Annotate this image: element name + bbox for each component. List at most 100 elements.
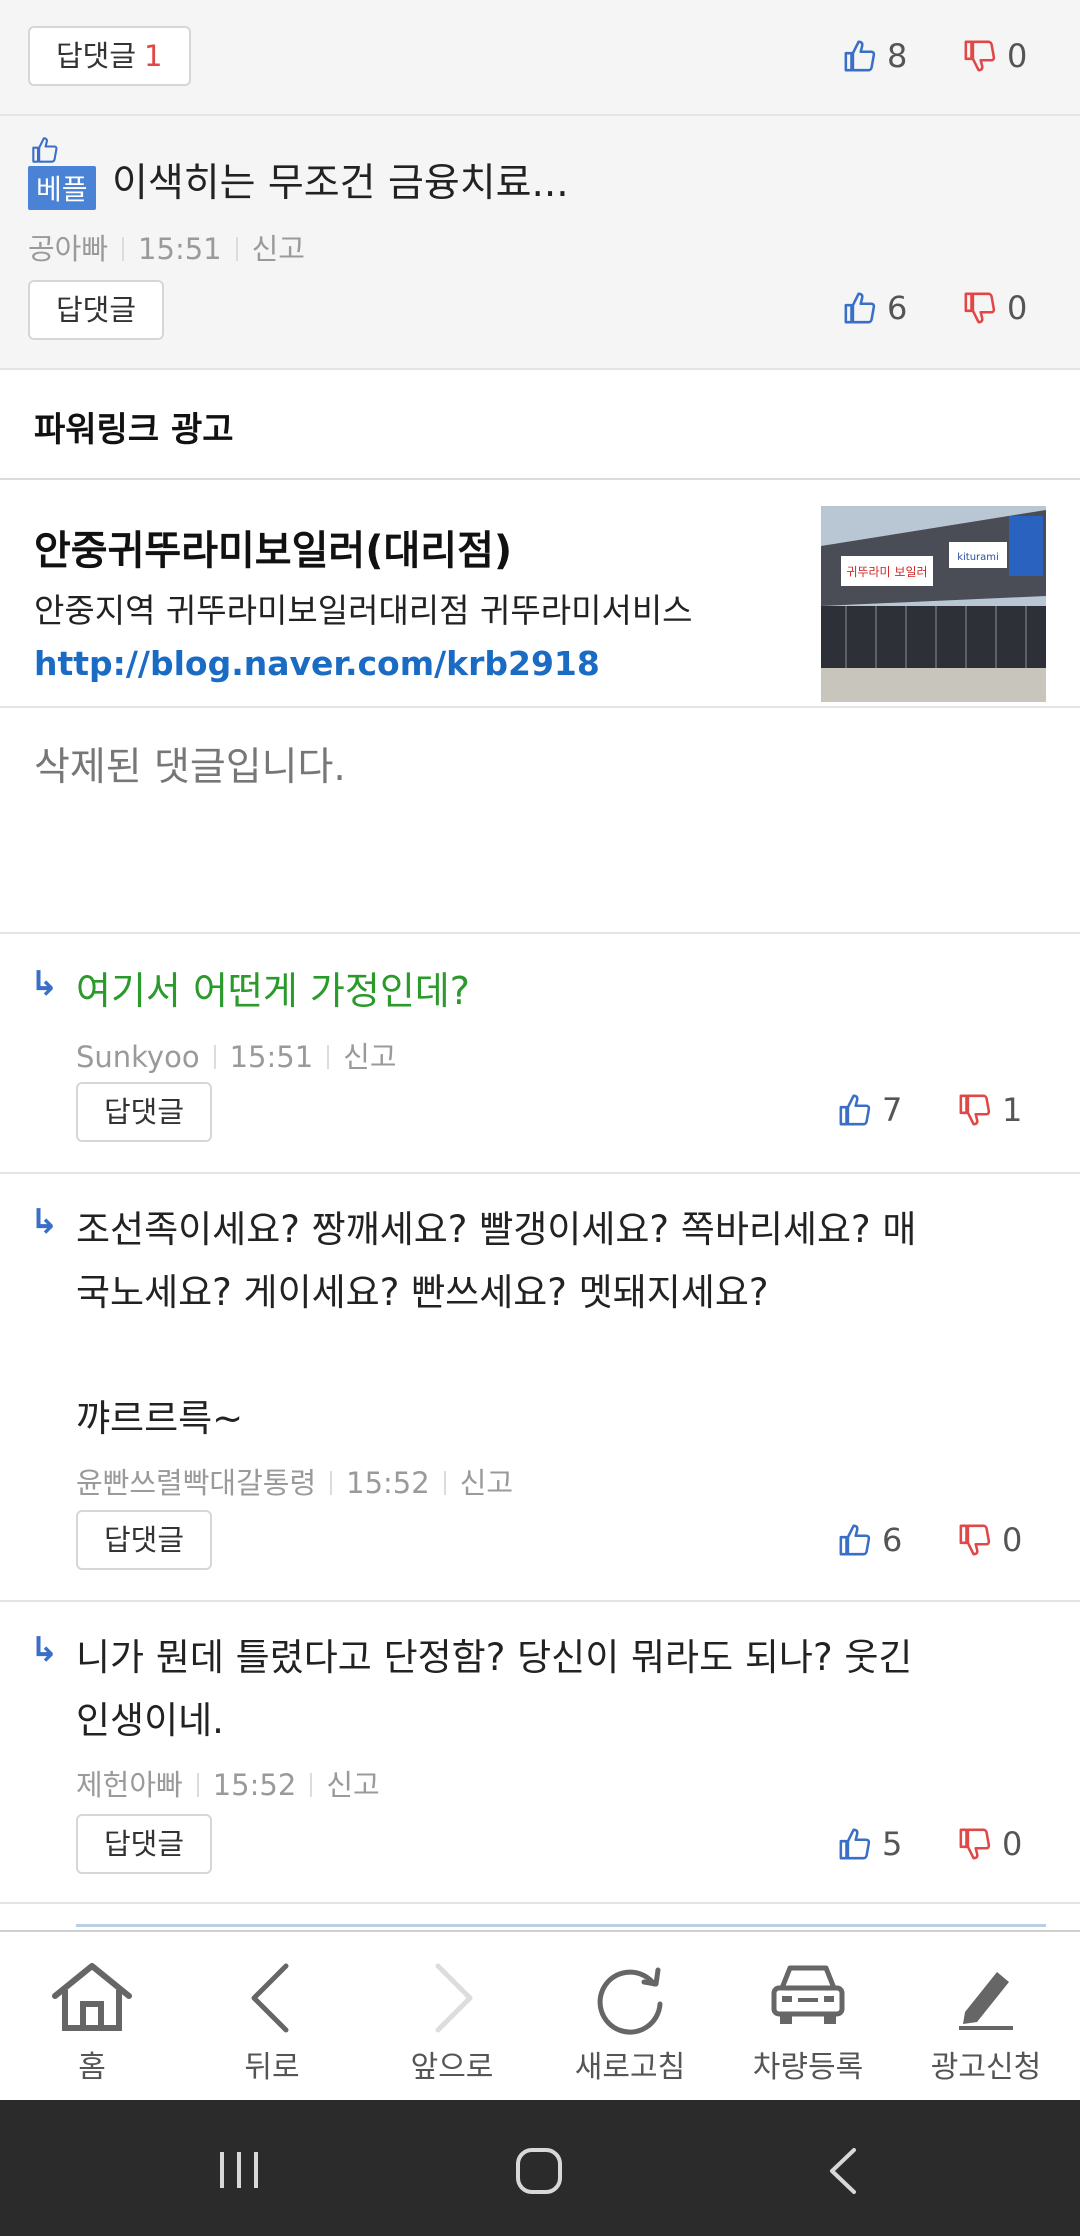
reply-arrow-icon: ↳ <box>30 1630 59 1670</box>
dislike-count: 1 <box>1002 1091 1023 1129</box>
dislike-button[interactable]: 0 <box>963 288 1027 328</box>
bottom-nav: 홈 뒤로 앞으로 새로고침 차량등록 광고신청 <box>0 1930 1080 2100</box>
nav-car-register-label: 차량등록 <box>752 2050 864 2085</box>
reply-button-label: 답댓글 <box>56 39 137 73</box>
reply-text: 여기서 어떤게 가정인데? <box>76 969 470 1013</box>
thumbs-up-icon <box>839 1828 871 1860</box>
reply-text-line2: 국노세요? 게이세요? 빤쓰세요? 멧돼지세요? <box>76 1271 769 1314</box>
dislike-button[interactable]: 0 <box>963 36 1027 76</box>
like-button[interactable]: 6 <box>843 288 907 328</box>
chevron-right-icon <box>435 1963 473 2033</box>
reply-arrow-icon: ↳ <box>30 964 59 1004</box>
report-link[interactable]: 신고 <box>460 1466 513 1500</box>
reply-button[interactable]: 답댓글 <box>76 1510 213 1570</box>
thumbs-down-icon <box>964 292 996 324</box>
dislike-count: 0 <box>1002 1521 1023 1559</box>
nav-forward-label: 앞으로 <box>410 2050 494 2085</box>
nav-back-label: 뒤로 <box>244 2050 300 2085</box>
reply-button[interactable]: 답댓글 <box>76 1814 213 1874</box>
like-count: 8 <box>887 37 908 75</box>
recent-apps-icon[interactable] <box>214 2148 264 2192</box>
car-icon <box>771 1965 845 2024</box>
powerlink-ad[interactable]: 안중귀뚜라미보일러(대리점) 안중지역 귀뚜라미보일러대리점 귀뚜라미서비스 h… <box>0 480 1080 708</box>
best-comment-item: 베플 이색히는 무조건 금융치료... 공아빠 15:51 신고 답댓글 6 0 <box>0 116 1080 370</box>
like-count: 7 <box>882 1091 903 1129</box>
reply-meta: Sunkyoo 15:51 신고 <box>76 1034 397 1076</box>
ad-sign-right: kiturami <box>957 552 999 563</box>
thumbs-down-icon <box>959 1524 991 1556</box>
nav-home[interactable]: 홈 <box>2 1932 182 2102</box>
nav-home-label: 홈 <box>78 2050 106 2085</box>
reply-meta: 윤빤쓰렬빡대갈통령 15:52 신고 <box>76 1460 513 1502</box>
report-link[interactable]: 신고 <box>343 1040 396 1074</box>
thumbs-up-icon <box>844 40 876 72</box>
dislike-button[interactable]: 0 <box>958 1520 1022 1560</box>
system-navigation-bar <box>0 2100 1080 2236</box>
reply-comment-item: ↳ 조선족이세요? 짱깨세요? 빨갱이세요? 쪽바리세요? 매 국노세요? 게이… <box>0 1174 1080 1602</box>
reply-text-line2: 인생이네. <box>76 1699 224 1742</box>
nav-ad-request-label: 광고신청 <box>930 2050 1042 2085</box>
like-button[interactable]: 5 <box>838 1824 902 1864</box>
comment-item: 답댓글 1 8 0 <box>0 0 1080 116</box>
refresh-icon <box>597 1967 663 2035</box>
report-link[interactable]: 신고 <box>326 1768 379 1802</box>
deleted-comment-text: 삭제된 댓글입니다. <box>34 745 346 790</box>
like-button[interactable]: 7 <box>838 1090 902 1130</box>
thumbs-down-icon <box>959 1094 991 1126</box>
reply-comment-item: ↳ 니가 뭔데 틀렸다고 단정함? 당신이 뭐라도 되나? 웃긴 인생이네. 제… <box>0 1602 1080 1904</box>
ad-title[interactable]: 안중귀뚜라미보일러(대리점) <box>34 518 512 576</box>
pencil-icon <box>959 1972 1013 2030</box>
nav-ad-request[interactable]: 광고신청 <box>896 1932 1076 2102</box>
dislike-button[interactable]: 0 <box>958 1824 1022 1864</box>
reply-comment-item: ↳ 여기서 어떤게 가정인데? Sunkyoo 15:51 신고 답댓글 7 1 <box>0 934 1080 1174</box>
ad-sign-left: 귀뚜라미 보일러 <box>846 565 927 579</box>
ad-description: 안중지역 귀뚜라미보일러대리점 귀뚜라미서비스 <box>34 591 693 630</box>
ad-thumbnail-image: 귀뚜라미 보일러 kiturami <box>821 506 1046 702</box>
thumbs-down-icon <box>964 40 996 72</box>
like-button[interactable]: 8 <box>843 36 907 76</box>
like-count: 6 <box>882 1521 903 1559</box>
reply-text-line1: 조선족이세요? 짱깨세요? 빨갱이세요? 쪽바리세요? 매 <box>76 1208 917 1251</box>
reply-count: 1 <box>144 39 163 73</box>
home-icon <box>52 1963 132 2031</box>
reply-button[interactable]: 답댓글 <box>28 280 165 340</box>
best-badge: 베플 <box>28 166 96 210</box>
reply-author: 제헌아빠 <box>76 1768 183 1802</box>
nav-forward[interactable]: 앞으로 <box>362 1932 542 2102</box>
home-button-icon[interactable] <box>514 2146 566 2196</box>
thumbs-down-icon <box>959 1828 991 1860</box>
like-button[interactable]: 6 <box>838 1520 902 1560</box>
like-count: 5 <box>882 1825 903 1863</box>
comment-text: 이색히는 무조건 금융치료... <box>112 161 569 206</box>
nav-car-register[interactable]: 차량등록 <box>718 1932 898 2102</box>
reply-author: Sunkyoo <box>76 1040 200 1074</box>
report-link[interactable]: 신고 <box>252 232 305 266</box>
reply-meta: 제헌아빠 15:52 신고 <box>76 1762 380 1804</box>
thumbs-up-icon <box>844 292 876 324</box>
thumbs-up-icon <box>32 137 58 163</box>
dislike-button[interactable]: 1 <box>958 1090 1022 1130</box>
reply-time: 15:52 <box>212 1768 297 1802</box>
nav-refresh[interactable]: 새로고침 <box>540 1932 720 2102</box>
comment-author: 공아빠 <box>28 232 109 266</box>
thumbs-up-icon <box>839 1094 871 1126</box>
reply-text-line1: 니가 뭔데 틀렸다고 단정함? 당신이 뭐라도 되나? 웃긴 <box>76 1636 913 1679</box>
reply-text-line3: 꺄르르륵~ <box>76 1397 244 1440</box>
reply-button[interactable]: 답댓글 1 <box>28 26 191 86</box>
deleted-comment: 삭제된 댓글입니다. <box>0 708 1080 934</box>
powerlink-header-title: 파워링크 광고 <box>34 410 234 450</box>
dislike-count: 0 <box>1007 289 1028 327</box>
reply-time: 15:52 <box>346 1466 430 1500</box>
reply-author: 윤빤쓰렬빡대갈통령 <box>76 1466 317 1500</box>
reply-time: 15:51 <box>229 1040 314 1074</box>
ad-thumbnail[interactable]: 귀뚜라미 보일러 kiturami <box>821 506 1046 702</box>
back-button-icon[interactable] <box>824 2146 864 2196</box>
reply-button[interactable]: 답댓글 <box>76 1082 213 1142</box>
nav-back[interactable]: 뒤로 <box>182 1932 362 2102</box>
comment-meta: 공아빠 15:51 신고 <box>28 226 305 268</box>
comment-input-edge <box>76 1924 1046 1927</box>
powerlink-header: 파워링크 광고 <box>0 370 1080 480</box>
thumbs-up-icon <box>839 1524 871 1556</box>
ad-url[interactable]: http://blog.naver.com/krb2918 <box>34 644 600 683</box>
comment-time: 15:51 <box>138 232 222 266</box>
